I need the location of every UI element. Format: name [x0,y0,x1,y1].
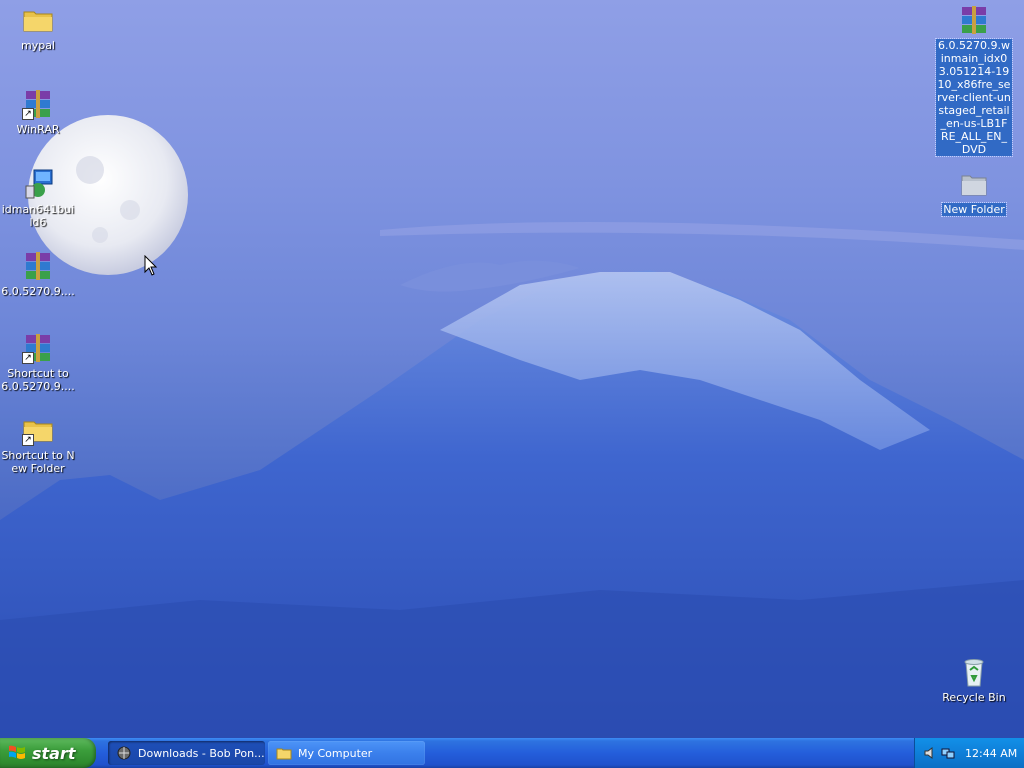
icon-label: mypal [20,39,55,52]
installer-icon [22,168,54,200]
folder-icon [276,748,292,760]
folder-icon [22,4,54,36]
desktop-icon-archive-shortcut[interactable]: ↗ Shortcut to 6.0.5270.9.... [0,332,76,393]
browser-icon [117,746,131,760]
network-icon[interactable] [941,746,955,760]
start-label: start [32,743,76,763]
wallpaper-mountain-moon [0,115,1024,738]
desktop-icon-archive-full[interactable]: 6.0.5270.9.winmain_idx03.051214-1910_x86… [935,4,1013,157]
shortcut-arrow-icon: ↗ [22,352,34,364]
winrar-shortcut-icon: ↗ [22,332,54,364]
winrar-icon: ↗ [22,88,54,120]
desktop-icon-folder-shortcut[interactable]: ↗ Shortcut to New Folder [0,414,76,475]
winrar-archive-icon [22,250,54,282]
icon-label: WinRAR [16,123,60,136]
icon-label: New Folder [941,202,1007,217]
icon-label: Shortcut to New Folder [1,449,75,475]
taskbar: start Downloads - Bob Pon... My Computer… [0,738,1024,768]
folder-shortcut-icon: ↗ [22,414,54,446]
icon-label: Recycle Bin [942,691,1006,704]
desktop-icon-recycle-bin[interactable]: Recycle Bin [936,656,1012,704]
desktop-icon-mypal[interactable]: mypal [0,4,76,52]
clock[interactable]: 12:44 AM [965,747,1017,760]
desktop-icon-archive[interactable]: 6.0.5270.9.... [0,250,76,298]
taskbar-button-my-computer[interactable]: My Computer [268,741,425,765]
desktop-icon-winrar[interactable]: ↗ WinRAR [0,88,76,136]
taskbar-button-downloads[interactable]: Downloads - Bob Pon... [108,741,265,765]
shortcut-arrow-icon: ↗ [22,108,34,120]
folder-icon [958,168,990,200]
recycle-bin-icon [958,656,990,688]
taskbar-button-label: Downloads - Bob Pon... [138,746,265,760]
volume-icon[interactable] [923,746,937,760]
icon-label: 6.0.5270.9.... [1,285,75,298]
desktop[interactable]: mypal ↗ WinRAR idman641build6 6.0.5270.9… [0,0,1024,738]
icon-label: 6.0.5270.9.winmain_idx03.051214-1910_x86… [935,38,1013,157]
taskbar-button-label: My Computer [298,746,373,760]
icon-label: idman641build6 [1,203,75,229]
windows-logo-icon [9,745,25,759]
desktop-icon-idman[interactable]: idman641build6 [0,168,76,229]
icon-label: Shortcut to 6.0.5270.9.... [1,367,75,393]
desktop-icon-new-folder[interactable]: New Folder [936,168,1012,217]
mouse-cursor-icon [144,255,158,276]
shortcut-arrow-icon: ↗ [22,434,34,446]
winrar-archive-icon [958,4,990,36]
start-button[interactable]: start [0,738,96,768]
system-tray: 12:44 AM [914,738,1024,768]
